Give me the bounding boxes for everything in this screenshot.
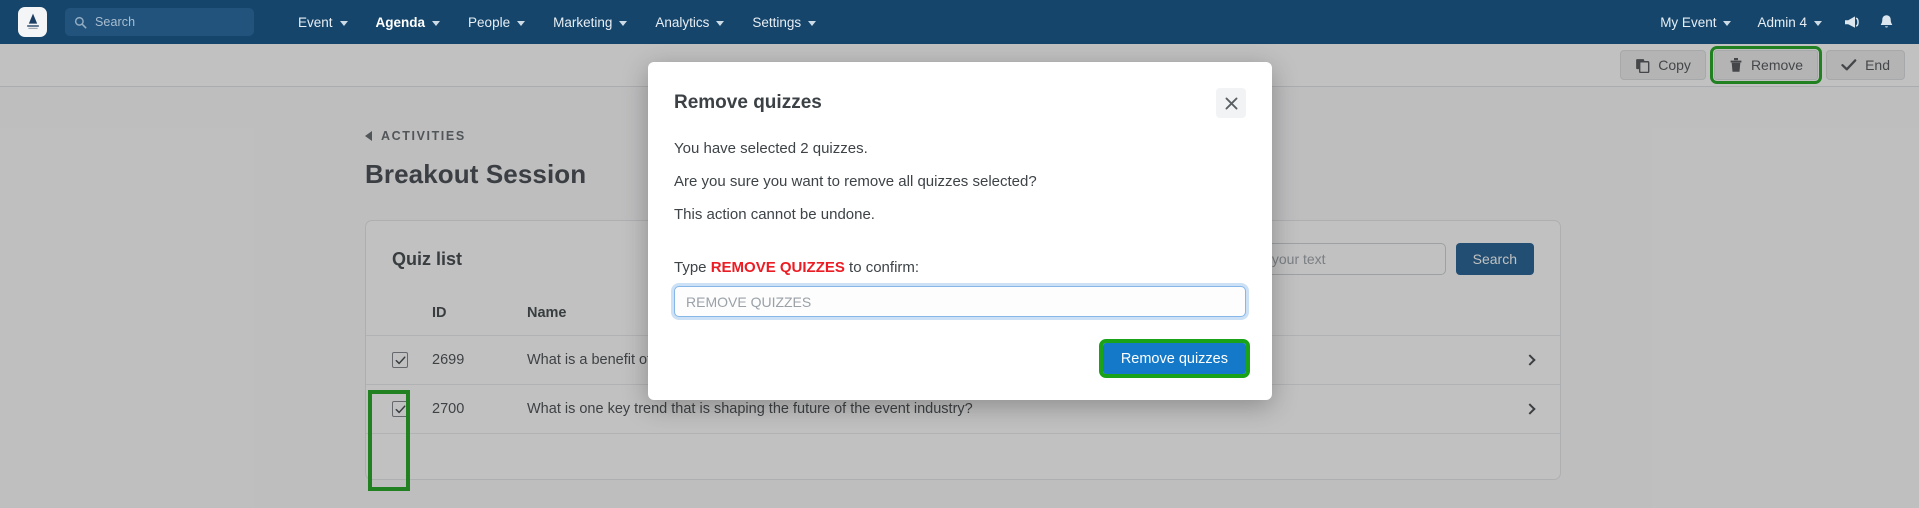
chevron-down-icon (517, 20, 526, 26)
close-glyph (1225, 97, 1237, 109)
account-menu[interactable]: Admin 4 (1744, 0, 1835, 44)
chevron-down-icon (1814, 20, 1822, 26)
nav-item-analytics-label: Analytics (655, 14, 710, 30)
chevron-down-icon (1723, 20, 1732, 26)
nav-item-people[interactable]: People (454, 0, 539, 44)
event-switcher-label: My Event (1660, 14, 1717, 30)
remove-quizzes-dialog: Remove quizzes You have selected 2 quizz… (648, 62, 1272, 400)
account-menu-label: Admin 4 (1757, 14, 1807, 30)
nav-item-agenda-label: Agenda (375, 14, 426, 30)
confirm-suffix: to confirm: (844, 259, 920, 276)
nav-item-marketing-label: Marketing (553, 14, 613, 30)
confirm-instruction: Type REMOVE QUIZZES to confirm: (674, 259, 1246, 276)
nav-item-event[interactable]: Event (284, 0, 362, 44)
nav-menu: Event Agenda People Marketing Analytics … (284, 0, 830, 44)
nav-item-settings-label: Settings (752, 14, 802, 30)
nav-item-settings[interactable]: Settings (738, 0, 830, 44)
top-navbar: Search Event Agenda People Marketing Ana… (0, 0, 1919, 44)
confirm-keyword: REMOVE QUIZZES (710, 259, 845, 276)
confirm-text-input[interactable]: REMOVE QUIZZES (674, 286, 1246, 317)
dialog-line-3: This action cannot be undone. (674, 206, 875, 223)
dialog-title: Remove quizzes (674, 92, 822, 113)
nav-item-analytics[interactable]: Analytics (641, 0, 738, 44)
chevron-down-icon (339, 20, 348, 26)
app-root: Search Event Agenda People Marketing Ana… (0, 0, 1919, 508)
dialog-footer: Remove quizzes (674, 339, 1251, 378)
global-search-placeholder: Search (95, 15, 136, 29)
brand-logo-glyph (26, 13, 39, 29)
chevron-down-icon (808, 20, 817, 26)
nav-right-cluster: My Event Admin 4 (1647, 0, 1903, 44)
dialog-header: Remove quizzes (674, 88, 1246, 118)
bell-icon[interactable] (1869, 0, 1903, 44)
dialog-body: You have selected 2 quizzes. Are you sur… (674, 140, 1246, 317)
brand-logo-icon[interactable] (18, 7, 47, 37)
nav-item-event-label: Event (298, 14, 333, 30)
global-search-input[interactable]: Search (65, 8, 254, 36)
chevron-down-icon (432, 20, 441, 26)
dialog-line-1: You have selected 2 quizzes. (674, 140, 868, 157)
close-icon[interactable] (1216, 88, 1246, 118)
chevron-down-icon (716, 20, 725, 26)
nav-item-agenda[interactable]: Agenda (362, 0, 455, 44)
megaphone-icon[interactable] (1835, 0, 1869, 44)
confirm-prefix: Type (674, 259, 711, 276)
bell-glyph (1880, 14, 1892, 28)
chevron-down-icon (619, 20, 628, 26)
event-switcher[interactable]: My Event (1647, 0, 1744, 44)
confirm-input-placeholder: REMOVE QUIZZES (686, 293, 812, 310)
nav-item-marketing[interactable]: Marketing (539, 0, 641, 44)
nav-item-people-label: People (468, 14, 511, 30)
dialog-line-2: Are you sure you want to remove all quiz… (674, 173, 1037, 190)
confirm-remove-quizzes-button[interactable]: Remove quizzes (1098, 339, 1251, 378)
megaphone-glyph (1844, 15, 1859, 28)
search-icon (74, 16, 87, 28)
